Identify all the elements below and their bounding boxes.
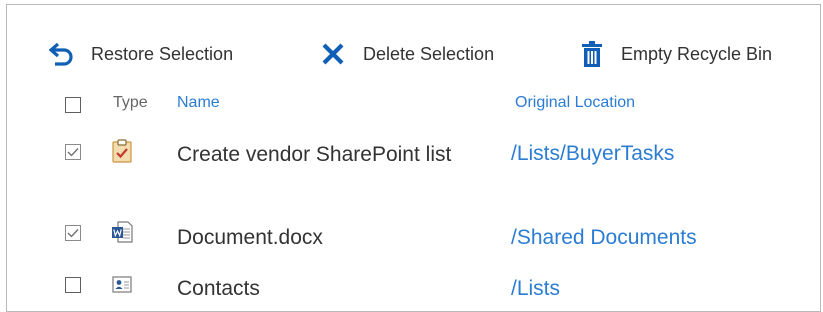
recycle-bin-panel: Restore Selection Delete Selection Empty… bbox=[6, 4, 821, 312]
row-original-location-link[interactable]: /Lists/BuyerTasks bbox=[511, 142, 674, 166]
row-checkbox[interactable] bbox=[65, 144, 81, 160]
contact-card-icon bbox=[112, 276, 132, 293]
row-original-location-link[interactable]: /Shared Documents bbox=[511, 226, 697, 250]
undo-arrow-icon bbox=[47, 41, 77, 67]
checkmark-icon bbox=[67, 148, 79, 157]
row-name: Create vendor SharePoint list bbox=[177, 143, 452, 166]
delete-selection-button[interactable]: Delete Selection bbox=[319, 39, 494, 69]
word-doc-icon bbox=[112, 221, 133, 243]
checkmark-icon bbox=[67, 229, 79, 238]
row-name: Document.docx bbox=[177, 226, 323, 249]
task-icon bbox=[112, 139, 132, 163]
empty-recycle-bin-label: Empty Recycle Bin bbox=[621, 43, 773, 64]
column-header-name[interactable]: Name bbox=[177, 94, 220, 112]
column-header-original-location[interactable]: Original Location bbox=[515, 94, 635, 112]
close-icon bbox=[319, 42, 347, 66]
row-checkbox[interactable] bbox=[65, 277, 81, 293]
toolbar: Restore Selection Delete Selection Empty… bbox=[7, 5, 820, 85]
trash-icon bbox=[579, 40, 605, 68]
delete-selection-label: Delete Selection bbox=[363, 43, 495, 64]
restore-selection-button[interactable]: Restore Selection bbox=[47, 39, 233, 69]
restore-selection-label: Restore Selection bbox=[91, 43, 234, 64]
select-all-checkbox[interactable] bbox=[65, 97, 81, 113]
column-header-type: Type bbox=[113, 94, 148, 111]
empty-recycle-bin-button[interactable]: Empty Recycle Bin bbox=[579, 39, 772, 69]
row-original-location-link[interactable]: /Lists bbox=[511, 277, 560, 301]
row-name: Contacts bbox=[177, 277, 260, 300]
row-checkbox[interactable] bbox=[65, 225, 81, 241]
